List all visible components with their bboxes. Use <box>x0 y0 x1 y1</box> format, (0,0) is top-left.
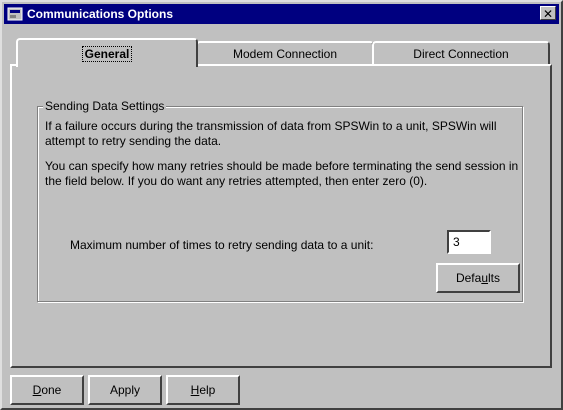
retry-instructions-text: You can specify how many retries should … <box>45 159 519 188</box>
tab-direct-connection[interactable]: Direct Connection <box>372 41 550 65</box>
help-button-label: Help <box>190 383 216 397</box>
window-icon <box>7 7 23 21</box>
apply-button-label: Apply <box>109 383 141 397</box>
tab-modem-connection-label: Modem Connection <box>232 47 338 61</box>
sending-data-settings-group: Sending Data Settings If a failure occur… <box>37 99 523 302</box>
failure-description-text: If a failure occurs during the transmiss… <box>45 119 497 148</box>
done-button[interactable]: Done <box>10 375 84 405</box>
close-icon: ✕ <box>542 7 554 21</box>
tab-general-label: General <box>81 45 133 62</box>
group-title: Sending Data Settings <box>43 99 167 113</box>
max-retries-input[interactable]: 3 <box>447 230 491 254</box>
communications-options-window: Communications Options ✕ General Modem C… <box>0 0 563 410</box>
close-button[interactable]: ✕ <box>540 6 556 21</box>
tab-modem-connection[interactable]: Modem Connection <box>196 41 374 65</box>
tab-general[interactable]: General <box>16 38 198 67</box>
general-tab-panel: Sending Data Settings If a failure occur… <box>10 64 552 368</box>
max-retries-label: Maximum number of times to retry sending… <box>70 238 374 252</box>
window-title: Communications Options <box>27 7 174 21</box>
apply-button[interactable]: Apply <box>88 375 162 405</box>
title-bar: Communications Options ✕ <box>4 4 559 24</box>
help-button[interactable]: Help <box>166 375 240 405</box>
tab-direct-connection-label: Direct Connection <box>413 47 509 61</box>
defaults-button[interactable]: Defaults <box>436 263 520 293</box>
defaults-button-label: Defaults <box>455 271 501 285</box>
done-button-label: Done <box>32 383 62 397</box>
